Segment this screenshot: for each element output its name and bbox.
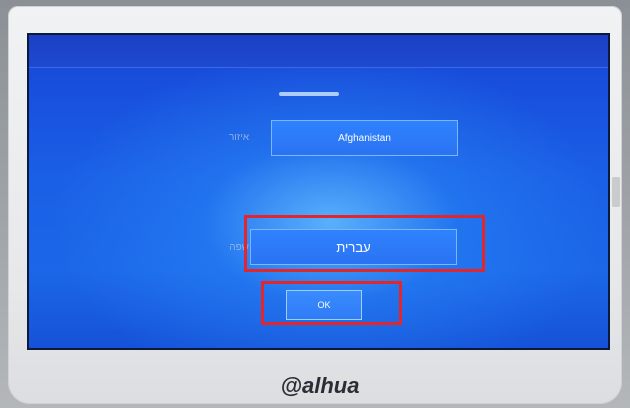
ok-highlight-box: [261, 281, 402, 325]
language-highlight-box: [244, 215, 485, 272]
language-label: שפה: [229, 242, 249, 253]
brand-text: alhua: [301, 373, 360, 398]
region-label: איזור: [228, 132, 249, 143]
dahua-logo: @alhua: [280, 373, 360, 398]
screen-title-placeholder: [279, 92, 339, 96]
region-select-button[interactable]: Afghanistan: [271, 120, 458, 156]
screen-top-bar: [29, 35, 608, 68]
region-value: Afghanistan: [338, 132, 391, 144]
side-button[interactable]: [612, 177, 620, 207]
